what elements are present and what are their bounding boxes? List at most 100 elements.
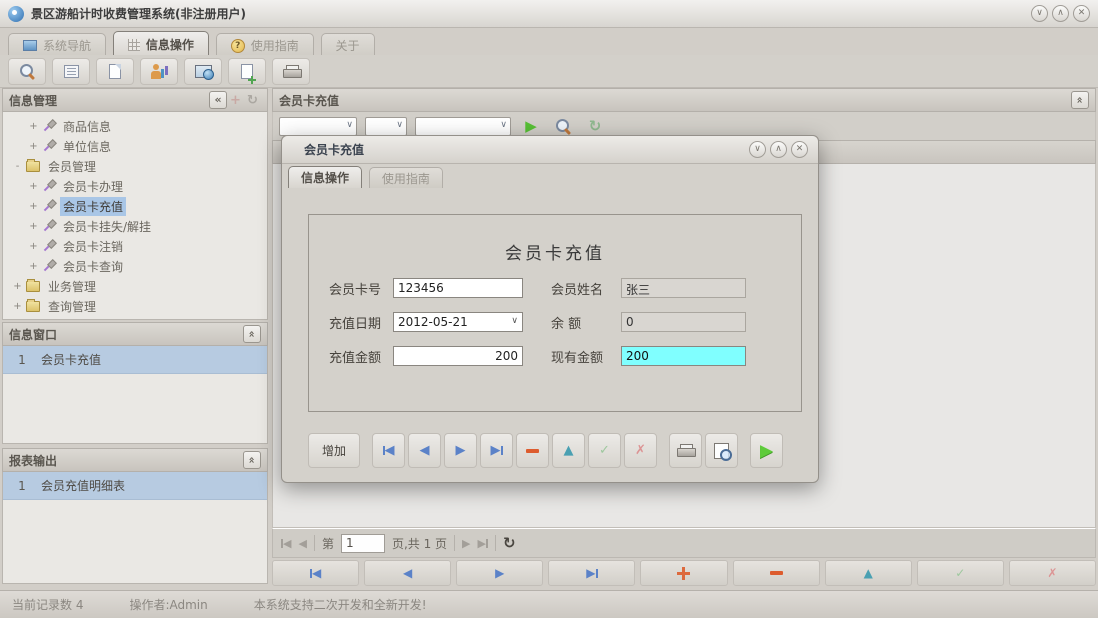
main-panel-title: 会员卡充值	[279, 92, 339, 109]
tree-item-member-management[interactable]: - 会员管理	[3, 156, 267, 176]
refresh-grid-button[interactable]: ↻	[583, 115, 607, 137]
info-management-header[interactable]: 信息管理 « + ↻	[2, 88, 268, 112]
maximize-button[interactable]: ∧	[1052, 5, 1069, 22]
print-preview-button[interactable]	[705, 433, 738, 468]
document-button[interactable]	[96, 58, 134, 85]
tree-item-query-management[interactable]: + 查询管理	[3, 296, 267, 316]
grid-add-button[interactable]	[640, 560, 727, 586]
expander-icon[interactable]: +	[29, 201, 38, 212]
execute-button[interactable]: ▶	[750, 433, 783, 468]
tab-system-nav[interactable]: 系统导航	[8, 33, 106, 57]
search-button[interactable]	[8, 58, 46, 85]
grid-cancel-button[interactable]: ✗	[1009, 560, 1096, 586]
expander-icon[interactable]: -	[13, 161, 22, 172]
card-no-input[interactable]	[393, 278, 523, 298]
report-output-header[interactable]: 报表输出 «	[2, 448, 268, 472]
filter-combo-3[interactable]: ∨	[415, 117, 511, 136]
expander-icon[interactable]: +	[13, 301, 22, 312]
tree-item-card-query[interactable]: + 会员卡查询	[3, 256, 267, 276]
monitor-button[interactable]	[184, 58, 222, 85]
grid-next-button[interactable]: ▶	[456, 560, 543, 586]
page-number-input[interactable]	[341, 534, 385, 553]
search-filter-button[interactable]	[551, 115, 575, 137]
dialog-maximize-button[interactable]: ∧	[770, 141, 787, 158]
filter-combo-1[interactable]: ∨	[279, 117, 357, 136]
grid-edit-button[interactable]: ▲	[825, 560, 912, 586]
first-record-button[interactable]: ◀	[372, 433, 405, 468]
expander-icon[interactable]: +	[29, 121, 38, 132]
tree-item-business-management[interactable]: + 业务管理	[3, 276, 267, 296]
chevron-down-icon: ∨	[346, 120, 353, 130]
current-amount-field: 200	[621, 346, 746, 366]
prev-record-button[interactable]: ◀	[408, 433, 441, 468]
tab-about[interactable]: 关于	[321, 33, 375, 57]
tree-item-goods-info[interactable]: + 商品信息	[3, 116, 267, 136]
collapse-panel-button[interactable]: «	[243, 451, 261, 469]
collapse-main-panel-button[interactable]: «	[1071, 91, 1089, 109]
delete-record-button[interactable]	[516, 433, 549, 468]
dialog-tab-user-guide[interactable]: 使用指南	[369, 167, 443, 188]
status-bar: 当前记录数 4 操作者:Admin 本系统支持二次开发和全新开发!	[0, 590, 1098, 618]
sidebar: 信息管理 « + ↻ + 商品信息 + 单位信息 - 会员管理 + 会员卡办理	[2, 88, 268, 590]
collapse-panel-button[interactable]: «	[243, 325, 261, 343]
add-button[interactable]: 增加	[308, 433, 360, 468]
pager-refresh-button[interactable]: ↻	[503, 534, 516, 552]
dialog-tab-info-operation[interactable]: 信息操作	[288, 166, 362, 188]
post-record-button[interactable]: ✓	[588, 433, 621, 468]
expander-icon[interactable]: +	[13, 281, 22, 292]
edit-record-button[interactable]: ▲	[552, 433, 585, 468]
expander-icon[interactable]: +	[29, 241, 38, 252]
tree-item-unit-info[interactable]: + 单位信息	[3, 136, 267, 156]
tab-user-guide[interactable]: ? 使用指南	[216, 33, 314, 57]
refresh-tree-button[interactable]: ↻	[247, 93, 261, 108]
grid-prev-button[interactable]: ◀	[364, 560, 451, 586]
pager-first-button[interactable]: ◀	[281, 537, 291, 550]
titlebar: 景区游船计时收费管理系统(非注册用户) ∨ ∧ ✕	[0, 0, 1098, 28]
tab-info-operation[interactable]: 信息操作	[113, 31, 209, 57]
tree-item-card-loss[interactable]: + 会员卡挂失/解挂	[3, 216, 267, 236]
close-button[interactable]: ✕	[1073, 5, 1090, 22]
minimize-button[interactable]: ∨	[1031, 5, 1048, 22]
plus-icon	[677, 567, 690, 580]
collapse-sidebar-button[interactable]: «	[209, 91, 227, 109]
tree-item-card-recharge[interactable]: + 会员卡充值	[3, 196, 267, 216]
expander-icon[interactable]: +	[29, 141, 38, 152]
dialog-close-button[interactable]: ✕	[791, 141, 808, 158]
grid-post-button[interactable]: ✓	[917, 560, 1004, 586]
form-button[interactable]	[52, 58, 90, 85]
expander-icon[interactable]: +	[29, 261, 38, 272]
pager-prev-button[interactable]: ◀	[298, 537, 306, 550]
grid-last-button[interactable]: ▶	[548, 560, 635, 586]
grid-delete-button[interactable]	[733, 560, 820, 586]
expander-icon[interactable]: +	[29, 221, 38, 232]
dialog-minimize-button[interactable]: ∨	[749, 141, 766, 158]
recharge-date-combo[interactable]: 2012-05-21∨	[393, 312, 523, 332]
magnifier-icon	[19, 63, 35, 79]
system-message: 本系统支持二次开发和全新开发!	[254, 596, 427, 613]
pager-next-button[interactable]: ▶	[462, 537, 470, 550]
member-report-button[interactable]	[140, 58, 178, 85]
tree-item-card-cancel[interactable]: + 会员卡注销	[3, 236, 267, 256]
run-filter-button[interactable]: ▶	[519, 115, 543, 137]
window-icon	[23, 40, 37, 51]
add-node-button[interactable]: +	[230, 93, 244, 108]
next-record-button[interactable]: ▶	[444, 433, 477, 468]
list-item[interactable]: 1 会员充值明细表	[3, 472, 267, 500]
grid-first-button[interactable]: ◀	[272, 560, 359, 586]
pager-last-button[interactable]: ▶	[478, 537, 488, 550]
print-button[interactable]	[669, 433, 702, 468]
expander-icon[interactable]: +	[29, 181, 38, 192]
list-item[interactable]: 1 会员卡充值	[3, 346, 267, 374]
recharge-amount-input[interactable]	[393, 346, 523, 366]
minus-icon	[526, 449, 539, 453]
form-icon	[64, 65, 79, 78]
cancel-record-button[interactable]: ✗	[624, 433, 657, 468]
tree-item-card-apply[interactable]: + 会员卡办理	[3, 176, 267, 196]
new-document-button[interactable]	[228, 58, 266, 85]
filter-combo-2[interactable]: ∨	[365, 117, 407, 136]
tool-icon	[42, 120, 55, 133]
dialog-titlebar[interactable]: 会员卡充值 ∨ ∧ ✕	[282, 136, 818, 164]
printer-button[interactable]	[272, 58, 310, 85]
info-window-header[interactable]: 信息窗口 «	[2, 322, 268, 346]
last-record-button[interactable]: ▶	[480, 433, 513, 468]
